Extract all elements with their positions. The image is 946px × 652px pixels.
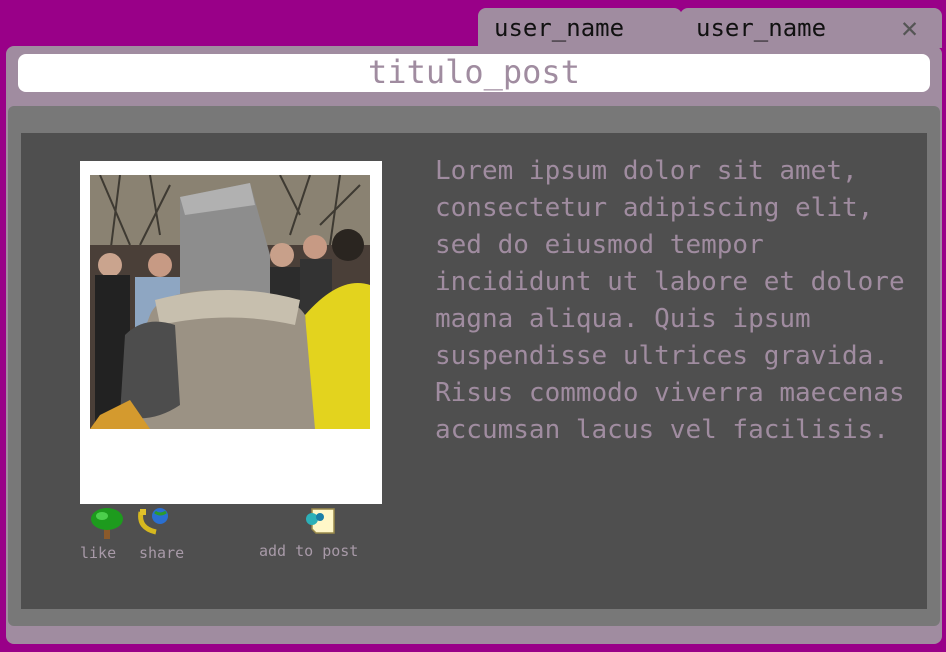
note-icon[interactable] bbox=[304, 505, 338, 537]
add-to-post-label[interactable]: add to post bbox=[259, 542, 358, 560]
post-title: titulo_post bbox=[18, 54, 930, 92]
post-content: like share add to post Lorem ipsum dolor… bbox=[21, 133, 927, 609]
tab-label: user_name bbox=[696, 14, 827, 42]
post-photo[interactable] bbox=[90, 175, 370, 429]
tree-icon[interactable] bbox=[90, 506, 124, 540]
tab-label: user_name bbox=[494, 14, 625, 42]
tab-user-name-2[interactable]: user_name ✕ bbox=[680, 8, 942, 48]
tab-user-name-1[interactable]: user_name bbox=[478, 8, 682, 48]
post-window: titulo_post like share add to post Lorem… bbox=[6, 46, 942, 644]
like-label[interactable]: like bbox=[80, 544, 116, 562]
share-label[interactable]: share bbox=[139, 544, 184, 562]
close-icon[interactable]: ✕ bbox=[901, 8, 918, 48]
post-body: Lorem ipsum dolor sit amet, consectetur … bbox=[435, 156, 905, 445]
post-panel: like share add to post Lorem ipsum dolor… bbox=[8, 106, 940, 626]
phone-globe-icon[interactable] bbox=[138, 506, 172, 536]
post-image-frame: like share add to post bbox=[80, 161, 382, 562]
